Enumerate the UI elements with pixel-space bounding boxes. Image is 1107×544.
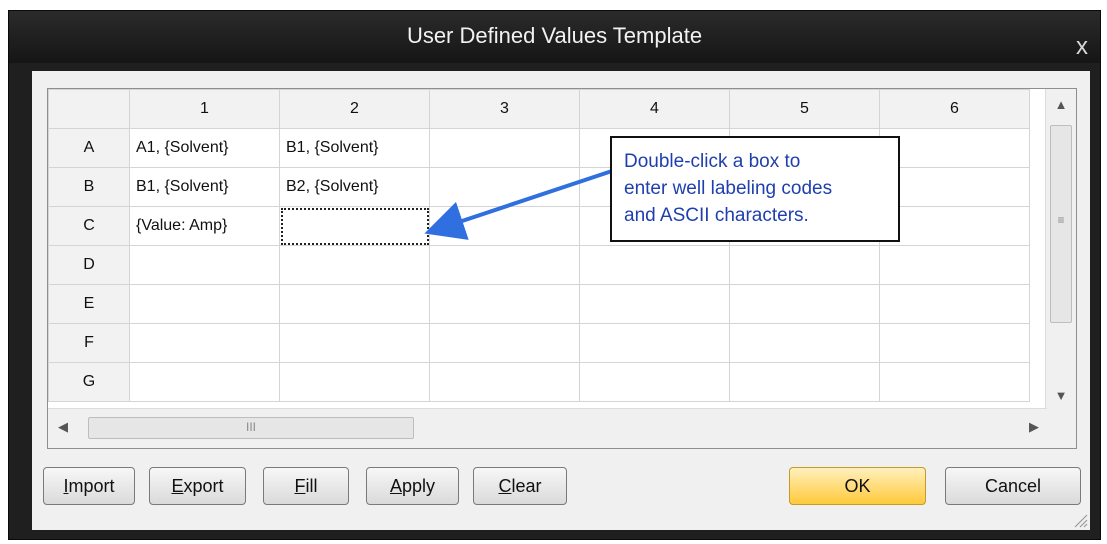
grid-cell-b2[interactable]: B2, {Solvent}	[279, 167, 430, 207]
column-header-5[interactable]: 5	[729, 89, 880, 129]
import-rest: mport	[68, 476, 115, 496]
row-header-a[interactable]: A	[48, 128, 130, 168]
grid-cell-c1[interactable]: {Value: Amp}	[129, 206, 280, 246]
column-header-6[interactable]: 6	[879, 89, 1030, 129]
grid-cell-g3[interactable]	[429, 362, 580, 402]
import-button[interactable]: Import	[43, 467, 135, 505]
grid-cell-b1[interactable]: B1, {Solvent}	[129, 167, 280, 207]
grip-icon: ≡	[1057, 213, 1065, 227]
clear-rest: lear	[511, 476, 542, 496]
grid-cell-d4[interactable]	[579, 245, 730, 285]
grid-cell-f6[interactable]	[879, 323, 1030, 363]
column-header-3[interactable]: 3	[429, 89, 580, 129]
row-header-d[interactable]: D	[48, 245, 130, 285]
grid-cell-b6[interactable]	[879, 167, 1030, 207]
grid-cell-e6[interactable]	[879, 284, 1030, 324]
scroll-up-icon[interactable]: ▲	[1046, 97, 1076, 112]
grid-cell-f5[interactable]	[729, 323, 880, 363]
grid-cell-g6[interactable]	[879, 362, 1030, 402]
apply-rest: pply	[401, 476, 436, 496]
ok-button[interactable]: OK	[789, 467, 926, 505]
grid-cell-d5[interactable]	[729, 245, 880, 285]
grid-cell-g5[interactable]	[729, 362, 880, 402]
row-header-f[interactable]: F	[48, 323, 130, 363]
grid-row-e: E	[48, 284, 1030, 324]
export-button[interactable]: Export	[149, 467, 246, 505]
apply-button[interactable]: Apply	[366, 467, 459, 505]
column-header-1[interactable]: 1	[129, 89, 280, 129]
grid-cell-d3[interactable]	[429, 245, 580, 285]
close-icon[interactable]: x	[1068, 33, 1096, 61]
vertical-scrollbar[interactable]: ▲ ≡ ▼	[1045, 89, 1076, 411]
grid-cell-f2[interactable]	[279, 323, 430, 363]
callout-line-3: and ASCII characters.	[624, 205, 809, 226]
grid-cell-e4[interactable]	[579, 284, 730, 324]
export-rest: xport	[183, 476, 224, 496]
grid-cell-b3[interactable]	[429, 167, 580, 207]
scroll-right-icon[interactable]: ▶	[1029, 419, 1039, 435]
values-grid: 1 2 3 4 5 6 A A1, {Solvent} B1, {Solvent…	[47, 88, 1077, 449]
column-header-4[interactable]: 4	[579, 89, 730, 129]
dialog-title: User Defined Values Template	[406, 23, 703, 48]
scroll-left-icon[interactable]: ◀	[58, 419, 68, 435]
row-header-g[interactable]: G	[48, 362, 130, 402]
grid-cell-g1[interactable]	[129, 362, 280, 402]
grid-cell-e5[interactable]	[729, 284, 880, 324]
apply-accel: A	[389, 476, 402, 496]
help-callout: Double-click a box to enter well labelin…	[610, 136, 900, 242]
column-header-2[interactable]: 2	[279, 89, 430, 129]
grid-cell-a3[interactable]	[429, 128, 580, 168]
grid-row-d: D	[48, 245, 1030, 285]
grid-cell-c3[interactable]	[429, 206, 580, 246]
fill-button[interactable]: Fill	[263, 467, 349, 505]
dialog-body: 1 2 3 4 5 6 A A1, {Solvent} B1, {Solvent…	[32, 71, 1090, 530]
grid-cell-d1[interactable]	[129, 245, 280, 285]
grid-cell-g2[interactable]	[279, 362, 430, 402]
grid-cell-a2[interactable]: B1, {Solvent}	[279, 128, 430, 168]
grid-cell-g4[interactable]	[579, 362, 730, 402]
grid-cell-a1[interactable]: A1, {Solvent}	[129, 128, 280, 168]
clear-accel: C	[498, 476, 512, 496]
row-header-e[interactable]: E	[48, 284, 130, 324]
grip-icon: III	[245, 420, 256, 434]
title-bar[interactable]: User Defined Values Template x	[9, 11, 1100, 63]
row-header-c[interactable]: C	[48, 206, 130, 246]
row-header-b[interactable]: B	[48, 167, 130, 207]
grid-row-f: F	[48, 323, 1030, 363]
fill-rest: ill	[305, 476, 318, 496]
grid-cell-d2[interactable]	[279, 245, 430, 285]
resize-grip-icon[interactable]	[1072, 512, 1088, 528]
vertical-scroll-thumb[interactable]: ≡	[1050, 125, 1072, 323]
grid-cell-e1[interactable]	[129, 284, 280, 324]
dialog-window: User Defined Values Template x 1 2 3 4 5…	[8, 10, 1101, 540]
grid-cell-a6[interactable]	[879, 128, 1030, 168]
grid-cell-d6[interactable]	[879, 245, 1030, 285]
cancel-button[interactable]: Cancel	[945, 467, 1081, 505]
scrollbar-corner	[1046, 409, 1076, 448]
callout-line-2: enter well labeling codes	[624, 178, 833, 199]
grid-cell-e3[interactable]	[429, 284, 580, 324]
horizontal-scrollbar[interactable]: ◀ III ▶	[48, 408, 1047, 448]
export-accel: E	[171, 476, 184, 496]
callout-line-1: Double-click a box to	[624, 151, 801, 172]
horizontal-scroll-thumb[interactable]: III	[88, 417, 414, 439]
column-header-row: 1 2 3 4 5 6	[48, 89, 1030, 129]
scroll-down-icon[interactable]: ▼	[1046, 388, 1076, 403]
grid-cell-c2-selected[interactable]	[279, 206, 430, 246]
clear-button[interactable]: Clear	[473, 467, 567, 505]
grid-cell-f4[interactable]	[579, 323, 730, 363]
grid-cell-f1[interactable]	[129, 323, 280, 363]
grid-cell-f3[interactable]	[429, 323, 580, 363]
grid-row-g: G	[48, 362, 1030, 402]
fill-accel: F	[294, 476, 306, 496]
grid-cell-e2[interactable]	[279, 284, 430, 324]
grid-corner[interactable]	[48, 89, 130, 129]
grid-cell-c6[interactable]	[879, 206, 1030, 246]
